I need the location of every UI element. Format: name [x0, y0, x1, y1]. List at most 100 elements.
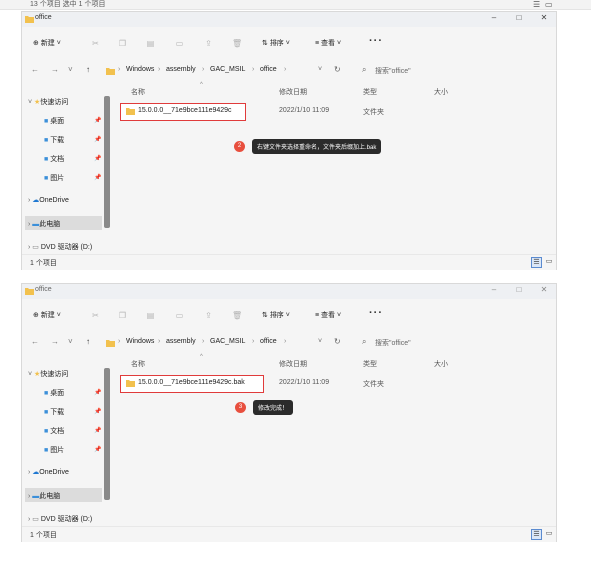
breadcrumb-office[interactable]: office [260, 66, 277, 73]
new-button[interactable]: ⊕ 新建 ˅ [33, 310, 61, 320]
column-header-type[interactable]: 类型 [363, 359, 377, 369]
column-header-type[interactable]: 类型 [363, 87, 377, 97]
cut-icon[interactable]: ✂ [91, 39, 100, 48]
breadcrumb-windows[interactable]: Windows [126, 338, 154, 345]
pin-icon[interactable]: 📌 [94, 427, 101, 434]
sidebar-item-pictures[interactable]: ■ 图片 [44, 173, 64, 183]
details-view-icon[interactable]: ☰ [531, 529, 542, 540]
breadcrumb-office[interactable]: office [260, 338, 277, 345]
pin-icon[interactable]: 📌 [94, 117, 101, 124]
folder-name[interactable]: 15.0.0.0__71e9bce111e9429c [138, 107, 232, 114]
up-icon[interactable]: ↑ [86, 65, 90, 74]
address-dropdown-icon[interactable]: ˅ [318, 338, 322, 345]
minimize-button[interactable]: – [488, 285, 500, 294]
pin-icon[interactable]: 📌 [94, 155, 101, 162]
sort-button[interactable]: ⇅ 排序 ˅ [262, 310, 290, 320]
sidebar-item-documents[interactable]: ■ 文档 [44, 426, 64, 436]
breadcrumb-assembly[interactable]: assembly [166, 66, 196, 73]
address-row: ← → ˅ ↑ › Windows › assembly › GAC_MSIL … [22, 334, 556, 352]
sidebar-item-this-pc[interactable]: › ▬此电脑 [28, 491, 60, 501]
paste-icon[interactable]: ▤ [146, 39, 155, 48]
delete-icon[interactable]: 🗑 [232, 39, 242, 48]
sidebar-item-documents[interactable]: ■ 文档 [44, 154, 64, 164]
details-view-icon[interactable]: ☰ [533, 0, 540, 9]
column-header-name[interactable]: 名称 [131, 87, 145, 97]
paste-icon[interactable]: ▤ [146, 311, 155, 320]
minimize-button[interactable]: – [488, 13, 500, 22]
sidebar-scrollbar[interactable] [104, 368, 110, 500]
folder-name[interactable]: 15.0.0.0__71e9bce111e9429c.bak [138, 379, 245, 386]
pictures-icon: ■ [44, 447, 49, 454]
breadcrumb-gac-msil[interactable]: GAC_MSIL [210, 338, 245, 345]
maximize-button[interactable]: □ [513, 13, 525, 22]
address-bar[interactable]: › Windows › assembly › GAC_MSIL › office… [106, 335, 354, 350]
desktop-icon: ■ [44, 118, 49, 125]
pin-icon[interactable]: 📌 [94, 389, 101, 396]
sidebar-item-onedrive[interactable]: › ☁OneDrive [28, 196, 69, 204]
breadcrumb-windows[interactable]: Windows [126, 66, 154, 73]
pin-icon[interactable]: 📌 [94, 174, 101, 181]
tiles-view-icon[interactable]: ▭ [544, 257, 554, 267]
sidebar-item-dvd-drive[interactable]: › ▭ DVD 驱动器 (D:) [28, 514, 92, 524]
share-icon[interactable]: ⇪ [204, 311, 213, 320]
sidebar-item-desktop[interactable]: ■ 桌面 [44, 388, 64, 398]
pin-icon[interactable]: 📌 [94, 408, 101, 415]
sidebar-item-quick-access[interactable]: ˅ ★快速访问 [28, 97, 68, 107]
column-header-date[interactable]: 修改日期 [279, 359, 307, 369]
breadcrumb-gac-msil[interactable]: GAC_MSIL [210, 66, 245, 73]
share-icon[interactable]: ⇪ [204, 39, 213, 48]
tiles-view-icon[interactable]: ▭ [545, 0, 553, 9]
sidebar-item-quick-access[interactable]: ˅ ★快速访问 [28, 369, 68, 379]
sidebar-item-desktop[interactable]: ■ 桌面 [44, 116, 64, 126]
breadcrumb-assembly[interactable]: assembly [166, 338, 196, 345]
close-button[interactable]: ✕ [538, 13, 550, 22]
details-view-icon[interactable]: ☰ [531, 257, 542, 268]
folder-icon [25, 288, 34, 295]
pin-icon[interactable]: 📌 [94, 136, 101, 143]
up-icon[interactable]: ↑ [86, 337, 90, 346]
sidebar-scrollbar[interactable] [104, 96, 110, 228]
search-box[interactable]: ⌕ 搜索"office" [358, 335, 554, 350]
column-header-size[interactable]: 大小 [434, 87, 448, 97]
folder-date: 2022/1/10 11:09 [279, 379, 330, 386]
search-box[interactable]: ⌕ 搜索"office" [358, 63, 554, 78]
forward-icon[interactable]: → [51, 337, 59, 346]
history-dropdown-icon[interactable]: ˅ [68, 337, 73, 346]
close-button[interactable]: ✕ [538, 285, 550, 294]
back-icon[interactable]: ← [31, 65, 39, 74]
pin-icon[interactable]: 📌 [94, 446, 101, 453]
sidebar-item-onedrive[interactable]: › ☁OneDrive [28, 468, 69, 476]
sidebar-item-dvd-drive[interactable]: › ▭ DVD 驱动器 (D:) [28, 242, 92, 252]
new-button[interactable]: ⊕ 新建 ˅ [33, 38, 61, 48]
tiles-view-icon[interactable]: ▭ [544, 529, 554, 539]
delete-icon[interactable]: 🗑 [232, 311, 242, 320]
column-header-name[interactable]: 名称 [131, 359, 145, 369]
cut-icon[interactable]: ✂ [91, 311, 100, 320]
rename-icon[interactable]: ▭ [175, 39, 184, 48]
sidebar-item-downloads[interactable]: ■ 下载 [44, 135, 64, 145]
refresh-icon[interactable]: ↻ [334, 337, 341, 346]
more-options-button[interactable]: ··· [369, 307, 383, 319]
address-bar[interactable]: › Windows › assembly › GAC_MSIL › office… [106, 63, 354, 78]
sidebar-item-this-pc[interactable]: › ▬此电脑 [28, 219, 60, 229]
view-button[interactable]: ≡ 查看 ˅ [315, 38, 341, 48]
dvd-drive-icon: ▭ [32, 516, 39, 523]
rename-icon[interactable]: ▭ [175, 311, 184, 320]
history-dropdown-icon[interactable]: ˅ [68, 65, 73, 74]
downloads-icon: ■ [44, 137, 49, 144]
column-header-date[interactable]: 修改日期 [279, 87, 307, 97]
column-header-size[interactable]: 大小 [434, 359, 448, 369]
step-badge: 2 [234, 141, 245, 152]
sidebar-item-pictures[interactable]: ■ 图片 [44, 445, 64, 455]
more-options-button[interactable]: ··· [369, 35, 383, 47]
forward-icon[interactable]: → [51, 65, 59, 74]
copy-icon[interactable]: ❐ [118, 39, 127, 48]
back-icon[interactable]: ← [31, 337, 39, 346]
sort-button[interactable]: ⇅ 排序 ˅ [262, 38, 290, 48]
address-dropdown-icon[interactable]: ˅ [318, 66, 322, 73]
maximize-button[interactable]: □ [513, 285, 525, 294]
refresh-icon[interactable]: ↻ [334, 65, 341, 74]
copy-icon[interactable]: ❐ [118, 311, 127, 320]
sidebar-item-downloads[interactable]: ■ 下载 [44, 407, 64, 417]
view-button[interactable]: ≡ 查看 ˅ [315, 310, 341, 320]
